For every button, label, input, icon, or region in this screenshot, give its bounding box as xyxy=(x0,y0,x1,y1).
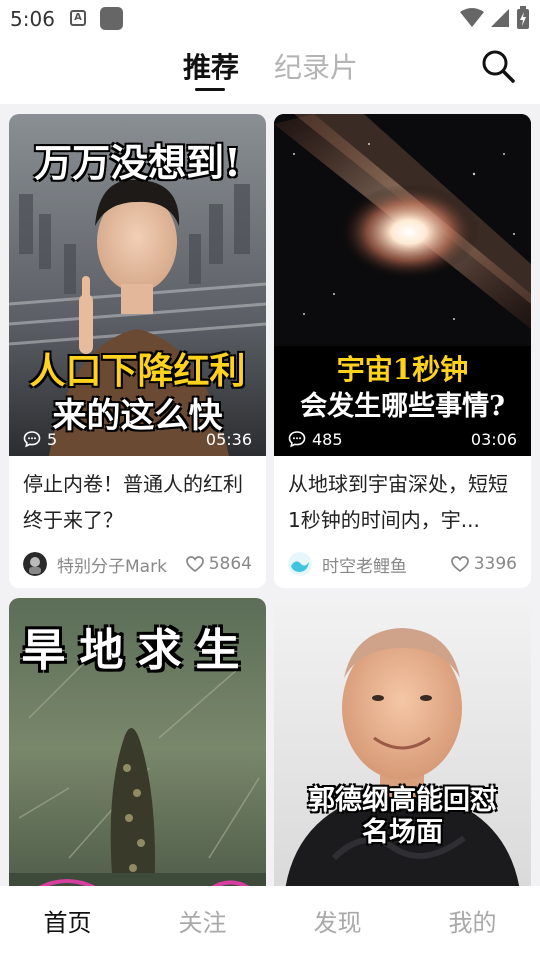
like-count-value: 5864 xyxy=(208,554,252,574)
nav-discover[interactable]: 发现 xyxy=(270,886,405,960)
video-meta: 5 05:36 xyxy=(9,422,266,456)
video-card[interactable]: 万万没想到! 人口下降红利 来的这么快 5 05:36 停止内卷！普通人的红利终… xyxy=(9,114,266,588)
comment-count: 5 xyxy=(23,430,57,449)
thumbnail-caption: 名场面 xyxy=(362,817,443,848)
comment-icon xyxy=(288,431,306,448)
nav-me[interactable]: 我的 xyxy=(405,886,540,960)
author-name[interactable]: 时空老鲤鱼 xyxy=(322,552,450,577)
search-icon[interactable] xyxy=(480,48,516,84)
thumbnail-caption: 会发生哪些事情? xyxy=(300,391,505,422)
battery-icon xyxy=(517,6,529,29)
app-notification-icon xyxy=(100,7,123,30)
thumbnail-caption: 人口下降红利 xyxy=(29,350,246,392)
video-thumbnail[interactable]: 宇宙1秒钟 会发生哪些事情? 485 03:06 xyxy=(274,114,531,456)
video-duration: 03:06 xyxy=(470,429,517,449)
bottom-nav: 首页 关注 发现 我的 xyxy=(0,886,540,960)
video-thumbnail[interactable]: 旱地求生 xyxy=(9,598,266,886)
video-meta: 485 03:06 xyxy=(274,422,531,456)
wifi-icon xyxy=(460,8,484,27)
nav-following[interactable]: 关注 xyxy=(135,886,270,960)
like-count-value: 3396 xyxy=(473,554,517,574)
comment-count: 485 xyxy=(288,430,343,449)
active-tab-indicator xyxy=(195,88,225,91)
video-title[interactable]: 从地球到宇宙深处，短短1秒钟的时间内，宇... xyxy=(274,456,531,548)
top-nav: 推荐 纪录片 xyxy=(0,38,540,104)
status-icons xyxy=(460,6,530,30)
heart-icon xyxy=(450,556,469,573)
like-count[interactable]: 3396 xyxy=(450,554,517,574)
signal-icon xyxy=(491,9,509,27)
author-name[interactable]: 特别分子Mark xyxy=(57,552,185,577)
comment-icon xyxy=(23,431,41,448)
tab-documentary[interactable]: 纪录片 xyxy=(274,46,358,86)
status-time: 5:06 xyxy=(10,7,55,31)
video-card[interactable]: 宇宙1秒钟 会发生哪些事情? 485 03:06 从地球到宇宙深处，短短1秒钟的… xyxy=(274,114,531,588)
heart-icon xyxy=(185,556,204,573)
video-thumbnail[interactable]: 万万没想到! 人口下降红利 来的这么快 5 05:36 xyxy=(9,114,266,456)
video-duration: 05:36 xyxy=(205,429,252,449)
nav-home[interactable]: 首页 xyxy=(0,886,135,960)
tab-recommend[interactable]: 推荐 xyxy=(183,46,239,86)
video-thumbnail[interactable]: 郭德纲高能回怼 名场面 xyxy=(274,598,531,886)
video-card[interactable]: 旱地求生 xyxy=(9,598,266,886)
video-card[interactable]: 郭德纲高能回怼 名场面 xyxy=(274,598,531,886)
avatar[interactable] xyxy=(288,552,312,576)
comment-count-value: 485 xyxy=(312,429,343,449)
card-footer: 特别分子Mark 5864 xyxy=(23,550,252,578)
video-title[interactable]: 停止内卷！普通人的红利终于来了？ xyxy=(9,456,266,548)
comment-count-value: 5 xyxy=(47,429,58,449)
avatar[interactable] xyxy=(23,552,47,576)
card-footer: 时空老鲤鱼 3396 xyxy=(288,550,517,578)
thumbnail-caption: 宇宙1秒钟 xyxy=(336,353,469,386)
like-count[interactable]: 5864 xyxy=(185,554,252,574)
thumbnail-caption: 万万没想到! xyxy=(34,140,241,185)
keyboard-notification-icon: A xyxy=(70,10,86,26)
status-bar: 5:06 A xyxy=(0,0,540,38)
video-feed: 万万没想到! 人口下降红利 来的这么快 5 05:36 停止内卷！普通人的红利终… xyxy=(0,104,540,886)
thumbnail-caption: 旱地求生 xyxy=(21,625,254,676)
